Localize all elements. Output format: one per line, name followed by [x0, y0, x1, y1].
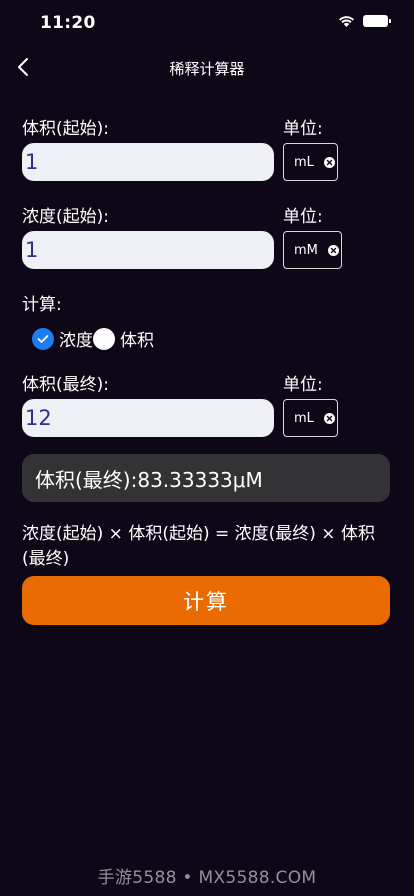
- check-icon: [37, 334, 49, 343]
- dilution-calculator-screen: 11:20 稀释计算器 体积(起始): 单位: mL 浓度(起始): 单位: m…: [0, 0, 414, 896]
- volume-final-label: 体积(最终):: [22, 375, 109, 395]
- clear-icon[interactable]: [323, 156, 335, 168]
- volume-start-label: 体积(起始):: [22, 119, 109, 139]
- conc-start-input[interactable]: [22, 231, 274, 269]
- volume-start-unit-select[interactable]: mL: [283, 143, 338, 181]
- volume-start-input[interactable]: [22, 143, 274, 181]
- clear-icon[interactable]: [323, 412, 335, 424]
- conc-start-unit-label: 单位:: [283, 207, 323, 227]
- calculate-button[interactable]: 计算: [22, 576, 390, 625]
- status-time: 11:20: [40, 13, 96, 33]
- volume-final-unit-label: 单位:: [283, 375, 323, 395]
- formula-text: 浓度(起始) × 体积(起始) = 浓度(最终) × 体积(最终): [22, 524, 375, 569]
- conc-start-unit-select[interactable]: mM: [283, 231, 342, 269]
- radio-concentration[interactable]: [32, 327, 54, 350]
- radio-concentration-label[interactable]: 浓度: [59, 326, 93, 351]
- compute-label: 计算:: [22, 295, 62, 315]
- watermark: 手游5588 • MX5588.COM: [97, 868, 317, 888]
- result-display: 体积(最终):83.33333μM: [22, 454, 390, 502]
- volume-start-unit-value: mL: [294, 154, 314, 170]
- compute-options: 浓度 体积: [32, 326, 154, 351]
- conc-start-unit-value: mM: [294, 242, 318, 258]
- battery-icon: [363, 15, 391, 27]
- radio-volume-label[interactable]: 体积: [120, 326, 154, 351]
- volume-final-unit-value: mL: [294, 410, 314, 426]
- volume-final-input[interactable]: [22, 399, 274, 437]
- volume-final-unit-select[interactable]: mL: [283, 399, 338, 437]
- clear-icon[interactable]: [327, 244, 339, 256]
- status-icons: [338, 15, 391, 27]
- volume-start-unit-label: 单位:: [283, 119, 323, 139]
- radio-volume[interactable]: [93, 327, 115, 350]
- wifi-icon: [339, 16, 354, 27]
- conc-start-label: 浓度(起始):: [22, 207, 109, 227]
- page-title: 稀释计算器: [169, 60, 245, 78]
